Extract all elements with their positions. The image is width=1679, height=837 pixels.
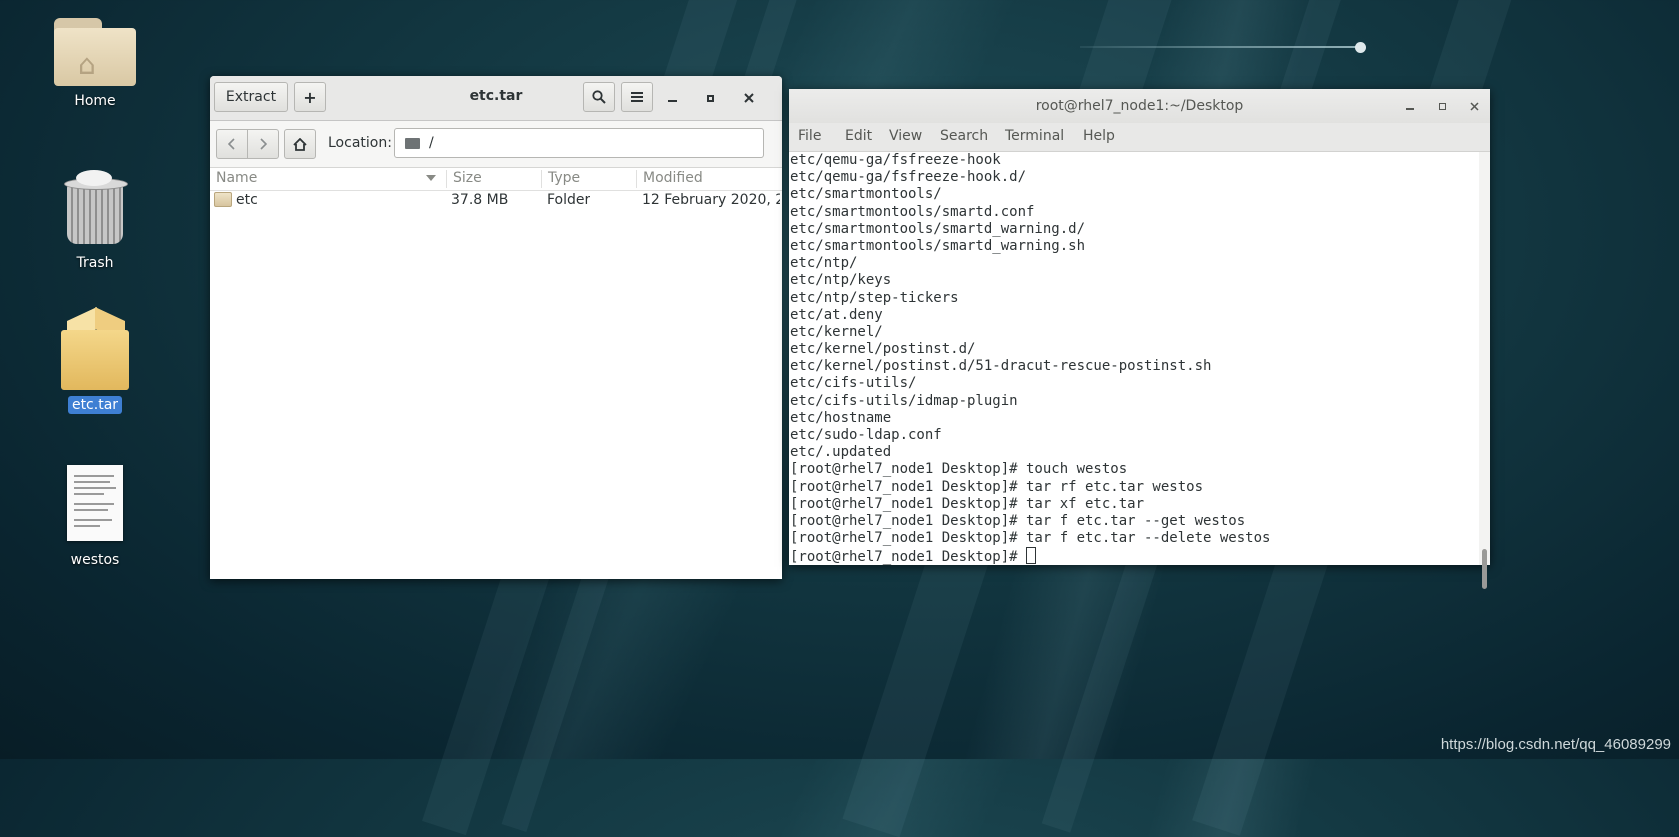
terminal-output[interactable]: etc/qemu-ga/fsfreeze-hook etc/qemu-ga/fsf… — [789, 152, 1479, 565]
wallpaper-orbit-line — [1080, 46, 1360, 48]
terminal-line: etc/sudo-ldap.conf — [790, 427, 942, 443]
terminal-line: etc/smartmontools/smartd_warning.sh — [790, 237, 1086, 254]
terminal-line: etc/hostname — [790, 409, 892, 426]
row-name: etc — [236, 192, 258, 208]
terminal-line: etc/ntp/step-tickers — [790, 289, 959, 306]
search-icon — [592, 90, 606, 104]
terminal-window: root@rhel7_node1:~/Desktop File Edit Vie… — [789, 89, 1490, 589]
back-button[interactable] — [216, 129, 248, 159]
chevron-right-icon — [260, 138, 267, 150]
desktop-icon-westos[interactable]: westos — [40, 465, 150, 569]
terminal-line: etc/cifs-utils/ — [790, 375, 917, 392]
sort-down-icon — [426, 175, 436, 181]
terminal-line: etc/ntp/ — [790, 255, 858, 272]
desktop-icon-label: etc.tar — [67, 396, 123, 414]
terminal-line: [root@rhel7_node1 Desktop]# tar f etc.ta… — [790, 512, 1246, 529]
minimize-icon — [1406, 108, 1414, 110]
column-header-modified[interactable]: Modified — [637, 170, 782, 188]
close-icon — [744, 93, 754, 103]
menu-view[interactable]: View — [889, 128, 922, 144]
hamburger-menu-icon — [631, 92, 643, 102]
location-field[interactable]: / — [394, 128, 764, 158]
column-header-size[interactable]: Size — [447, 170, 542, 188]
terminal-line: [root@rhel7_node1 Desktop]# tar f etc.ta… — [790, 530, 1271, 547]
minimize-button[interactable] — [1400, 96, 1420, 116]
window-title: root@rhel7_node1:~/Desktop — [1035, 98, 1244, 114]
desktop-icon-home[interactable]: ⌂ Home — [40, 14, 150, 110]
minimize-button[interactable] — [662, 88, 682, 108]
terminal-titlebar: root@rhel7_node1:~/Desktop — [789, 89, 1490, 123]
terminal-line: etc/ntp/keys — [790, 272, 892, 289]
desktop-icon-etc-tar[interactable]: etc.tar — [40, 307, 150, 414]
location-bar: Location: / — [210, 121, 782, 168]
row-size: 37.8 MB — [451, 192, 509, 208]
maximize-icon — [1438, 102, 1446, 110]
folder-icon — [405, 138, 420, 149]
terminal-line: etc/at.deny — [790, 306, 883, 323]
terminal-scrollbar-thumb[interactable] — [1482, 549, 1487, 589]
terminal-line: [root@rhel7_node1 Desktop]# tar xf etc.t… — [790, 495, 1145, 512]
terminal-line: etc/qemu-ga/fsfreeze-hook.d/ — [790, 169, 1027, 186]
menu-search[interactable]: Search — [940, 128, 988, 144]
terminal-line: etc/.updated — [790, 444, 892, 461]
maximize-button[interactable] — [700, 88, 720, 108]
watermark-url: https://blog.csdn.net/qq_46089299 — [1440, 736, 1671, 753]
archive-box-icon — [57, 307, 133, 390]
archive-manager-window: Extract + etc.tar Location: / Name Size … — [210, 76, 782, 579]
row-modified: 12 February 2020, 2... — [642, 192, 780, 208]
terminal-line: etc/cifs-utils/idmap-plugin — [790, 392, 1018, 409]
terminal-line: [root@rhel7_node1 Desktop]# touch westos — [790, 461, 1128, 478]
menu-help[interactable]: Help — [1083, 128, 1115, 144]
terminal-cursor — [1026, 547, 1037, 565]
table-row[interactable]: etc 37.8 MB Folder 12 February 2020, 2..… — [210, 188, 782, 212]
minimize-icon — [667, 100, 677, 102]
folder-icon — [214, 192, 232, 207]
home-button[interactable] — [284, 129, 316, 159]
terminal-line: etc/smartmontools/smartd_warning.d/ — [790, 220, 1086, 237]
search-button[interactable] — [583, 82, 615, 112]
menu-edit[interactable]: Edit — [845, 128, 872, 144]
home-icon — [293, 137, 307, 151]
wallpaper-orbit-dot — [1355, 42, 1366, 53]
forward-button[interactable] — [247, 129, 279, 159]
menu-terminal[interactable]: Terminal — [1005, 128, 1064, 144]
close-button[interactable] — [739, 88, 759, 108]
terminal-menubar: File Edit View Search Terminal Help — [789, 123, 1490, 152]
trash-icon — [64, 170, 128, 244]
maximize-button[interactable] — [1432, 96, 1452, 116]
terminal-scrollbar[interactable] — [1479, 152, 1490, 565]
column-header-name[interactable]: Name — [210, 170, 447, 188]
maximize-icon — [706, 94, 714, 102]
location-value: / — [429, 135, 434, 151]
terminal-line: etc/kernel/ — [790, 323, 883, 340]
terminal-line: etc/smartmontools/ — [790, 186, 942, 203]
terminal-line: etc/kernel/postinst.d/ — [790, 341, 976, 358]
terminal-line: etc/qemu-ga/fsfreeze-hook — [790, 152, 1001, 168]
terminal-prompt: [root@rhel7_node1 Desktop]# — [790, 549, 1027, 565]
terminal-line: etc/kernel/postinst.d/51-dracut-rescue-p… — [790, 358, 1212, 375]
archive-manager-headerbar: Extract + etc.tar — [210, 76, 782, 121]
row-type: Folder — [547, 192, 591, 208]
close-icon — [1469, 101, 1479, 111]
terminal-line: [root@rhel7_node1 Desktop]# tar rf etc.t… — [790, 478, 1204, 495]
desktop-icon-label: Home — [74, 93, 116, 109]
terminal-prompt-line[interactable]: [root@rhel7_node1 Desktop]# — [789, 547, 1479, 565]
menu-button[interactable] — [621, 82, 653, 112]
desktop-icon-label: westos — [70, 552, 120, 568]
text-document-icon — [67, 465, 123, 541]
home-folder-icon: ⌂ — [52, 14, 138, 86]
menu-file[interactable]: File — [798, 128, 821, 144]
chevron-left-icon — [228, 138, 235, 150]
close-button[interactable] — [1464, 96, 1484, 116]
add-files-button[interactable]: + — [294, 82, 326, 112]
extract-button[interactable]: Extract — [214, 82, 288, 112]
column-header-type[interactable]: Type — [542, 170, 637, 188]
desktop-icon-label: Trash — [76, 255, 114, 271]
terminal-line: etc/smartmontools/smartd.conf — [790, 203, 1035, 220]
location-label: Location: — [328, 135, 392, 151]
desktop-icon-trash[interactable]: Trash — [40, 170, 150, 272]
